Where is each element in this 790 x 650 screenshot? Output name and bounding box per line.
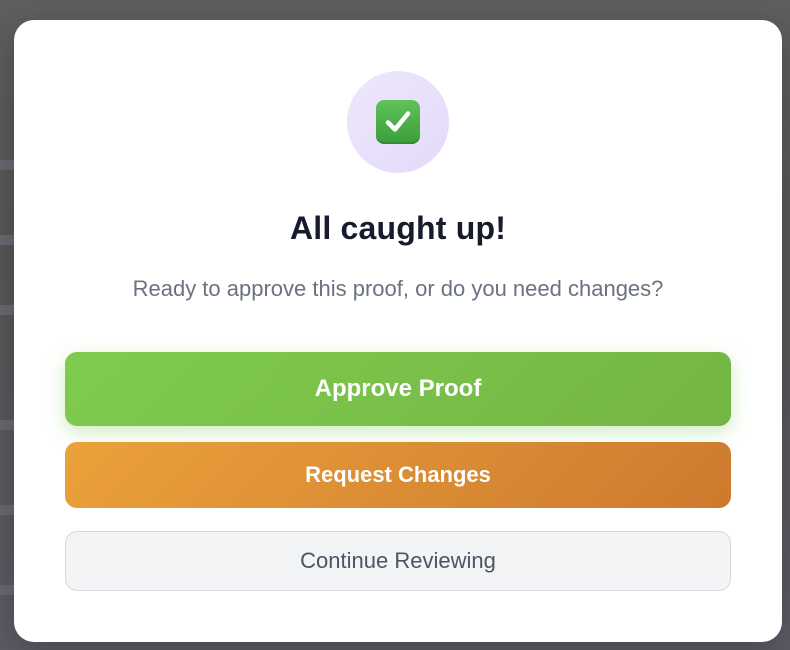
background-row <box>0 235 14 245</box>
request-changes-button[interactable]: Request Changes <box>65 442 731 508</box>
approve-proof-label: Approve Proof <box>314 375 482 402</box>
background-row <box>0 160 14 170</box>
background-row <box>0 505 14 515</box>
dialog-title: All caught up! <box>289 210 507 246</box>
continue-reviewing-button[interactable]: Continue Reviewing <box>65 531 731 591</box>
continue-reviewing-label: Continue Reviewing <box>300 548 496 573</box>
background-row <box>0 585 14 595</box>
approval-dialog: All caught up! Ready to approve this pro… <box>14 20 782 642</box>
dialog-message: Ready to approve this proof, or do you n… <box>132 276 664 301</box>
background-row <box>0 305 14 315</box>
approve-proof-button[interactable]: Approve Proof <box>65 352 731 426</box>
background-row <box>0 420 14 430</box>
status-icon-badge <box>347 71 449 173</box>
check-mark-button-icon <box>376 100 420 144</box>
request-changes-label: Request Changes <box>305 462 491 487</box>
